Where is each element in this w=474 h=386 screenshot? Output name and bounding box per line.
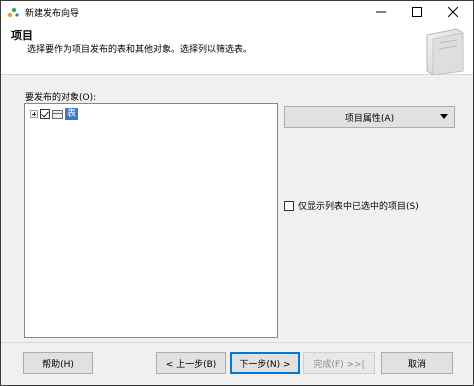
wizard-app-icon — [7, 7, 19, 18]
wizard-banner-icon — [426, 28, 464, 75]
footer-divider — [1, 342, 473, 343]
minimize-icon — [376, 11, 386, 13]
maximize-button[interactable] — [402, 1, 432, 23]
window-title: 新建发布向导 — [25, 9, 80, 19]
dropdown-arrow-icon — [440, 114, 448, 119]
finish-button: 完成(F) >>| — [303, 352, 375, 374]
maximize-icon — [412, 7, 422, 17]
checkmark-icon — [41, 109, 49, 118]
minimize-button[interactable] — [366, 1, 396, 23]
tree-node-label[interactable]: 表 — [65, 108, 79, 120]
tables-checkbox[interactable] — [40, 109, 50, 119]
wizard-header: 项目 选择要作为项目发布的表和其他对象。选择列以筛选表。 — [1, 23, 473, 75]
show-only-checked-option[interactable]: 仅显示列表中已选中的项目(S) — [284, 199, 419, 212]
help-button[interactable]: 帮助(H) — [23, 352, 93, 374]
cancel-button[interactable]: 取消 — [381, 352, 453, 374]
next-button[interactable]: 下一步(N) > — [230, 352, 300, 374]
page-title: 项目 — [11, 29, 33, 42]
objects-tree[interactable]: 表 — [24, 103, 278, 338]
page-subtitle: 选择要作为项目发布的表和其他对象。选择列以筛选表。 — [27, 45, 253, 55]
close-icon — [448, 7, 458, 17]
article-properties-label: 项目属性(A) — [344, 113, 395, 124]
article-properties-button[interactable]: 项目属性(A) — [284, 106, 455, 128]
show-only-checked-checkbox[interactable] — [284, 200, 294, 211]
table-folder-icon — [52, 109, 63, 119]
tree-node-tables[interactable]: 表 — [30, 108, 79, 120]
back-button[interactable]: < 上一步(B) — [156, 352, 226, 374]
expand-icon[interactable] — [30, 110, 38, 118]
title-bar: 新建发布向导 — [1, 1, 473, 23]
objects-label: 要发布的对象(O): — [25, 93, 97, 103]
wizard-window: 新建发布向导 项目 选择要作为项目发布的表和其他对象。选择列以筛选表。 要发布的… — [0, 0, 474, 386]
show-only-checked-label: 仅显示列表中已选中的项目(S) — [298, 202, 419, 212]
close-button[interactable] — [438, 1, 468, 23]
